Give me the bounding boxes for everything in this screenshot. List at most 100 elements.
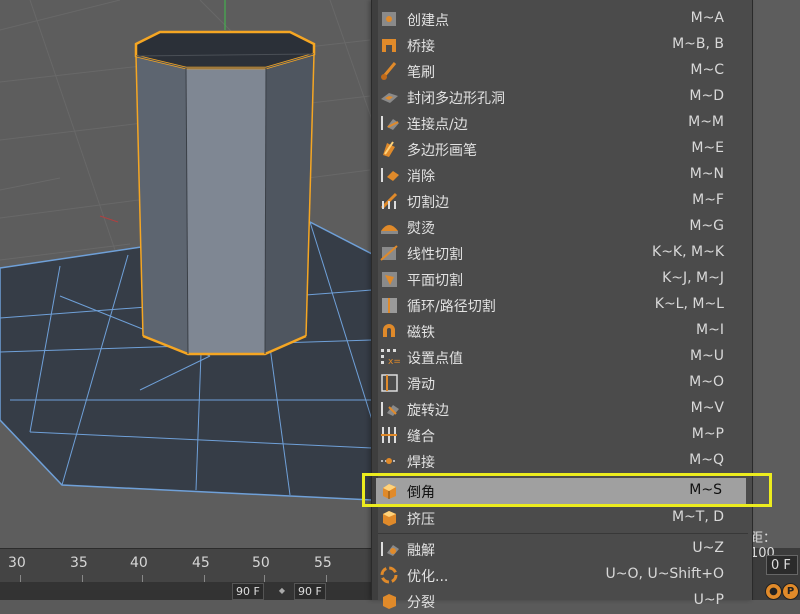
polygon-pen-icon <box>379 139 401 159</box>
plane-cut-icon <box>379 269 401 289</box>
menu-item-optimize[interactable]: 优化... U~O, U~Shift+O <box>376 562 748 588</box>
record-button[interactable]: ● <box>765 583 782 600</box>
menu-item-close-polygon-hole[interactable]: 封闭多边形孔洞 M~D <box>376 84 748 110</box>
menu-item-label: 切割边 <box>407 195 449 211</box>
menu-item-label: 消除 <box>407 169 435 185</box>
preview-end-field[interactable]: 90 F <box>294 583 326 600</box>
position-key-button[interactable]: P <box>782 583 799 600</box>
melt-icon <box>379 539 401 559</box>
menu-item-shortcut: M~M <box>688 114 724 130</box>
menu-item-shortcut: U~O, U~Shift+O <box>605 566 724 582</box>
menu-item-set-point-value[interactable]: x= 设置点值 M~U <box>376 344 748 370</box>
menu-item-shortcut: M~I <box>696 322 724 338</box>
tick-label: 50 <box>252 555 270 571</box>
dissolve-icon <box>379 165 401 185</box>
menu-item-shortcut: M~Q <box>689 452 724 468</box>
menu-item-stitch[interactable]: 缝合 M~P <box>376 422 748 448</box>
connect-points-edges-icon <box>379 113 401 133</box>
menu-item-slide[interactable]: 滑动 M~O <box>376 370 748 396</box>
tick-label: 55 <box>314 555 332 571</box>
menu-item-label: 设置点值 <box>407 351 463 367</box>
menu-item-shortcut: M~C <box>690 62 724 78</box>
menu-item-edge-cut[interactable]: 切割边 M~F <box>376 188 748 214</box>
menu-item-label: 多边形画笔 <box>407 143 477 159</box>
stepper-arrow-icon[interactable]: ◆ <box>276 584 288 597</box>
menu-item-shortcut: M~B, B <box>672 36 724 52</box>
mesh-tools-menu: 创建点 M~A 桥接 M~B, B 笔刷 M~C 封闭多边形孔洞 M~D 连接点… <box>371 0 753 611</box>
annotation-highlight-box <box>362 473 772 507</box>
menu-item-shortcut: M~V <box>690 400 724 416</box>
menu-item-weld[interactable]: 焊接 M~Q <box>376 448 748 474</box>
menu-item-shortcut: M~F <box>692 192 724 208</box>
menu-item-bridge[interactable]: 桥接 M~B, B <box>376 32 748 58</box>
menu-item-label: 线性切割 <box>407 247 463 263</box>
preview-start-field[interactable]: 90 F <box>232 583 264 600</box>
magnet-icon <box>379 321 401 341</box>
menu-item-extrude[interactable]: 挤压 M~T, D <box>376 505 748 531</box>
iron-icon <box>379 217 401 237</box>
menu-item-shortcut: M~A <box>690 10 724 26</box>
menu-item-spin-edge[interactable]: 旋转边 M~V <box>376 396 748 422</box>
menu-item-magnet[interactable]: 磁铁 M~I <box>376 318 748 344</box>
menu-item-polygon-pen[interactable]: 多边形画笔 M~E <box>376 136 748 162</box>
extrude-icon <box>379 508 401 528</box>
loop-path-cut-icon <box>379 295 401 315</box>
menu-item-label: 缝合 <box>407 429 435 445</box>
menu-item-shortcut: M~N <box>689 166 724 182</box>
menu-item-line-cut[interactable]: 线性切割 K~K, M~K <box>376 240 748 266</box>
menu-item-loop-path-cut[interactable]: 循环/路径切割 K~L, M~L <box>376 292 748 318</box>
current-frame-field[interactable]: 0 F <box>766 555 798 575</box>
brush-icon <box>379 61 401 81</box>
menu-item-label: 磁铁 <box>407 325 435 341</box>
menu-item-shortcut: U~Z <box>692 540 724 556</box>
menu-item-shortcut: K~L, M~L <box>654 296 724 312</box>
menu-item-label: 焊接 <box>407 455 435 471</box>
menu-item-label: 循环/路径切割 <box>407 299 496 315</box>
menu-item-connect-points-edges[interactable]: 连接点/边 M~M <box>376 110 748 136</box>
prism-object[interactable] <box>134 30 316 356</box>
menu-item-label: 优化... <box>407 569 449 585</box>
menu-item-label: 挤压 <box>407 512 435 528</box>
tick-label: 30 <box>8 555 26 571</box>
menu-item-split[interactable]: 分裂 U~P <box>376 588 748 614</box>
set-point-value-icon: x= <box>379 347 401 367</box>
slide-icon <box>379 373 401 393</box>
menu-item-shortcut: M~D <box>689 88 724 104</box>
menu-item-label: 桥接 <box>407 39 435 55</box>
menu-item-label: 封闭多边形孔洞 <box>407 91 505 107</box>
edge-cut-icon <box>379 191 401 211</box>
menu-item-dissolve[interactable]: 消除 M~N <box>376 162 748 188</box>
menu-item-shortcut: M~U <box>689 348 724 364</box>
spin-edge-icon <box>379 399 401 419</box>
tick-label: 40 <box>130 555 148 571</box>
optimize-icon <box>379 565 401 585</box>
menu-item-label: 旋转边 <box>407 403 449 419</box>
menu-item-label: 笔刷 <box>407 65 435 81</box>
menu-item-shortcut: M~T, D <box>671 509 724 525</box>
tick-label: 45 <box>192 555 210 571</box>
menu-item-brush[interactable]: 笔刷 M~C <box>376 58 748 84</box>
menu-item-label: 融解 <box>407 543 435 559</box>
tick-label: 35 <box>70 555 88 571</box>
menu-item-shortcut: M~O <box>689 374 724 390</box>
create-point-icon <box>379 9 401 29</box>
weld-icon <box>379 451 401 471</box>
menu-item-iron[interactable]: 熨烫 M~G <box>376 214 748 240</box>
menu-item-shortcut: M~G <box>689 218 724 234</box>
menu-item-label: 连接点/边 <box>407 117 468 133</box>
menu-item-shortcut: U~P <box>693 592 724 608</box>
line-cut-icon <box>379 243 401 263</box>
menu-item-label: 熨烫 <box>407 221 435 237</box>
svg-text:x=: x= <box>388 357 401 367</box>
menu-item-shortcut: K~K, M~K <box>652 244 724 260</box>
bridge-icon <box>379 35 401 55</box>
menu-item-shortcut: M~E <box>691 140 724 156</box>
menu-item-melt[interactable]: 融解 U~Z <box>376 536 748 562</box>
menu-item-create-point[interactable]: 创建点 M~A <box>376 6 748 32</box>
close-polygon-hole-icon <box>379 87 401 107</box>
stitch-icon <box>379 425 401 445</box>
menu-item-plane-cut[interactable]: 平面切割 K~J, M~J <box>376 266 748 292</box>
menu-separator <box>378 533 748 534</box>
split-icon <box>379 591 401 611</box>
menu-item-label: 创建点 <box>407 13 449 29</box>
